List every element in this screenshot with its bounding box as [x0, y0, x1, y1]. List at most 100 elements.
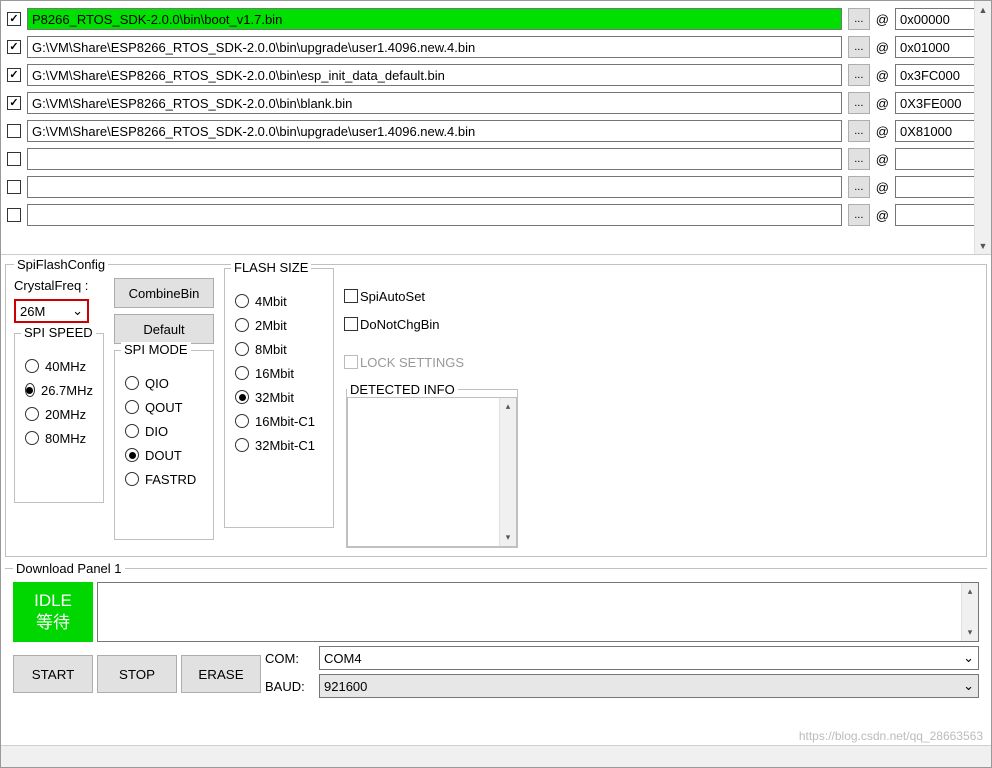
row-checkbox[interactable]	[7, 152, 21, 166]
crystal-freq-select[interactable]: 26M ⌄	[14, 299, 89, 323]
file-list-scrollbar[interactable]: ▲ ▼	[974, 1, 991, 254]
radio-icon	[235, 318, 249, 332]
com-select[interactable]: COM4 ⌄	[319, 646, 979, 670]
radio-option[interactable]: 32Mbit-C1	[235, 433, 323, 457]
at-label: @	[876, 152, 889, 167]
address-input[interactable]	[895, 120, 985, 142]
at-label: @	[876, 180, 889, 195]
radio-label: QOUT	[145, 400, 183, 415]
watermark: https://blog.csdn.net/qq_28663563	[799, 729, 983, 743]
path-input[interactable]	[27, 120, 842, 142]
radio-label: 8Mbit	[255, 342, 287, 357]
scroll-up-arrow[interactable]: ▴	[962, 583, 978, 600]
radio-icon	[235, 414, 249, 428]
address-input[interactable]	[895, 8, 985, 30]
radio-icon	[235, 438, 249, 452]
scroll-down-arrow[interactable]: ▾	[500, 529, 516, 546]
address-input[interactable]	[895, 64, 985, 86]
at-label: @	[876, 68, 889, 83]
radio-option[interactable]: 32Mbit	[235, 385, 323, 409]
stop-button[interactable]: STOP	[97, 655, 177, 693]
radio-icon	[235, 390, 249, 404]
browse-button[interactable]: ...	[848, 176, 870, 198]
address-input[interactable]	[895, 92, 985, 114]
erase-button[interactable]: ERASE	[181, 655, 261, 693]
scroll-down-arrow[interactable]: ▼	[975, 237, 991, 254]
start-button[interactable]: START	[13, 655, 93, 693]
path-input[interactable]	[27, 204, 842, 226]
path-input[interactable]	[27, 36, 842, 58]
radio-label: DIO	[145, 424, 168, 439]
radio-label: 4Mbit	[255, 294, 287, 309]
path-input[interactable]	[27, 92, 842, 114]
radio-option[interactable]: 16Mbit-C1	[235, 409, 323, 433]
row-checkbox[interactable]	[7, 12, 21, 26]
bin-row: ... @	[7, 203, 985, 227]
row-checkbox[interactable]	[7, 68, 21, 82]
radio-option[interactable]: QIO	[125, 371, 203, 395]
radio-option[interactable]: 8Mbit	[235, 337, 323, 361]
address-input[interactable]	[895, 176, 985, 198]
radio-icon	[125, 472, 139, 486]
baud-select[interactable]: 921600 ⌄	[319, 674, 979, 698]
spi-flash-config-group: SpiFlashConfig CrystalFreq : 26M ⌄ SPI S…	[5, 257, 987, 557]
row-checkbox[interactable]	[7, 180, 21, 194]
scroll-up-arrow[interactable]: ▲	[975, 1, 991, 18]
radio-option[interactable]: QOUT	[125, 395, 203, 419]
radio-option[interactable]: 80MHz	[25, 426, 93, 450]
radio-label: 16Mbit	[255, 366, 294, 381]
download-panel: Download Panel 1 IDLE 等待 ▴ ▾ START STOP …	[5, 561, 987, 721]
download-panel-label: Download Panel 1	[13, 561, 125, 576]
radio-option[interactable]: 16Mbit	[235, 361, 323, 385]
path-input[interactable]	[27, 148, 842, 170]
bin-row: ...@	[7, 7, 985, 31]
at-label: @	[876, 208, 889, 223]
address-input[interactable]	[895, 36, 985, 58]
combine-bin-button[interactable]: CombineBin	[114, 278, 214, 308]
browse-button[interactable]: ...	[848, 36, 870, 58]
row-checkbox[interactable]	[7, 40, 21, 54]
do-not-chg-bin-checkbox[interactable]: DoNotChgBin	[344, 312, 520, 336]
default-button[interactable]: Default	[114, 314, 214, 344]
browse-button[interactable]: ...	[848, 8, 870, 30]
detected-info-label: DETECTED INFO	[347, 382, 458, 397]
chevron-down-icon: ⌄	[72, 303, 83, 319]
browse-button[interactable]: ...	[848, 204, 870, 226]
radio-option[interactable]: DIO	[125, 419, 203, 443]
radio-icon	[235, 366, 249, 380]
browse-button[interactable]: ...	[848, 92, 870, 114]
path-input[interactable]	[27, 176, 842, 198]
radio-option[interactable]: 2Mbit	[235, 313, 323, 337]
scroll-down-arrow[interactable]: ▾	[962, 624, 978, 641]
path-input[interactable]	[27, 8, 842, 30]
browse-button[interactable]: ...	[848, 120, 870, 142]
chevron-down-icon: ⌄	[963, 678, 974, 694]
radio-option[interactable]: 20MHz	[25, 402, 93, 426]
spi-speed-group: SPI SPEED 40MHz26.7MHz20MHz80MHz	[14, 333, 104, 503]
radio-option[interactable]: 4Mbit	[235, 289, 323, 313]
log-scrollbar[interactable]: ▴ ▾	[961, 583, 978, 641]
radio-icon	[25, 383, 35, 397]
at-label: @	[876, 124, 889, 139]
radio-option[interactable]: 26.7MHz	[25, 378, 93, 402]
detected-scrollbar[interactable]: ▴ ▾	[499, 398, 516, 546]
path-input[interactable]	[27, 64, 842, 86]
radio-option[interactable]: 40MHz	[25, 354, 93, 378]
browse-button[interactable]: ...	[848, 148, 870, 170]
row-checkbox[interactable]	[7, 124, 21, 138]
scroll-up-arrow[interactable]: ▴	[500, 398, 516, 415]
radio-option[interactable]: FASTRD	[125, 467, 203, 491]
log-output: ▴ ▾	[97, 582, 979, 642]
radio-option[interactable]: DOUT	[125, 443, 203, 467]
baud-value: 921600	[324, 679, 367, 694]
spi-auto-set-checkbox[interactable]: SpiAutoSet	[344, 284, 520, 308]
address-input[interactable]	[895, 204, 985, 226]
browse-button[interactable]: ...	[848, 64, 870, 86]
row-checkbox[interactable]	[7, 208, 21, 222]
spi-mode-title: SPI MODE	[121, 342, 191, 357]
bin-row: ...@	[7, 35, 985, 59]
row-checkbox[interactable]	[7, 96, 21, 110]
address-input[interactable]	[895, 148, 985, 170]
lock-settings-checkbox: LOCK SETTINGS	[344, 350, 520, 374]
radio-icon	[235, 342, 249, 356]
